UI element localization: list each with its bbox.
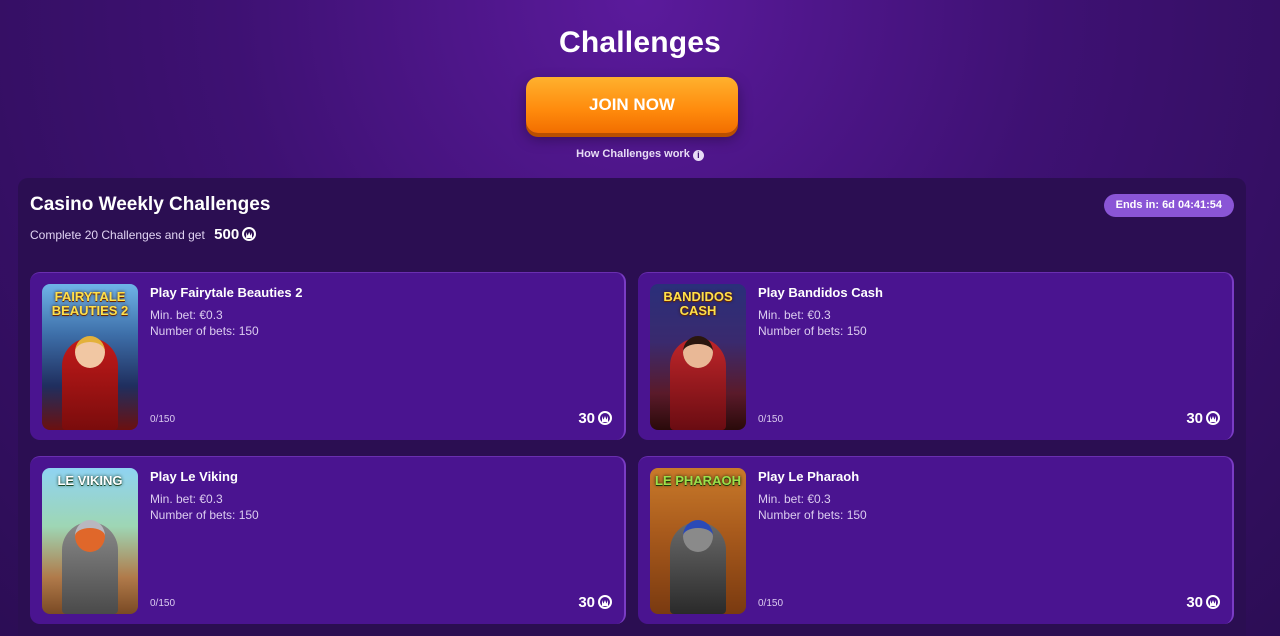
game-thumbnail[interactable]: BANDIDOS CASH [650,284,746,430]
number-of-bets-text: Number of bets: 150 [758,508,867,522]
game-character-head [75,336,105,368]
crown-icon [598,595,612,609]
progress-counter: 0/150 [758,598,784,609]
how-challenges-work-label: How Challenges work [576,148,690,160]
number-of-bets-text: Number of bets: 150 [758,324,867,338]
crown-icon [1206,595,1220,609]
challenge-title: Play Le Viking [150,469,238,484]
join-now-button[interactable]: JOIN NOW [526,77,738,133]
reward-amount: 500 [214,226,240,243]
challenge-card-le-pharaoh[interactable]: LE PHARAOH Play Le Pharaoh Min. bet: €0.… [638,456,1234,624]
challenge-card-fairytale-beauties-2[interactable]: FAIRYTALE BEAUTIES 2 Play Fairytale Beau… [30,272,626,440]
hero-section: Challenges JOIN NOW How Challenges work i [0,0,1280,178]
game-character-head [683,336,713,368]
game-thumbnail-title: FAIRYTALE BEAUTIES 2 [51,289,129,318]
min-bet-text: Min. bet: €0.3 [758,492,831,506]
panel-subtitle-text: Complete 20 Challenges and get [30,228,205,242]
min-bet-text: Min. bet: €0.3 [150,492,223,506]
page-title: Challenges [558,26,722,59]
challenge-card-le-viking[interactable]: LE VIKING Play Le Viking Min. bet: €0.3 … [30,456,626,624]
weekly-challenges-panel: Casino Weekly Challenges Complete 20 Cha… [18,178,1246,636]
points-value: 30 [1186,410,1203,427]
game-thumbnail[interactable]: LE PHARAOH [650,468,746,614]
number-of-bets-text: Number of bets: 150 [150,324,259,338]
crown-icon [242,227,257,241]
game-thumbnail[interactable]: FAIRYTALE BEAUTIES 2 [42,284,138,430]
min-bet-text: Min. bet: €0.3 [150,308,223,322]
number-of-bets-text: Number of bets: 150 [150,508,259,522]
points-value: 30 [1186,594,1203,611]
crown-icon [598,411,612,425]
min-bet-text: Min. bet: €0.3 [758,308,831,322]
info-icon: i [692,150,704,161]
challenge-card-bandidos-cash[interactable]: BANDIDOS CASH Play Bandidos Cash Min. be… [638,272,1234,440]
game-thumbnail-title: LE PHARAOH [655,473,741,488]
game-character-head [75,520,105,552]
panel-title: Casino Weekly Challenges [30,194,271,215]
points-value: 30 [578,410,595,427]
progress-counter: 0/150 [150,414,176,425]
game-thumbnail[interactable]: LE VIKING [42,468,138,614]
points-reward: 30 [1186,594,1220,611]
panel-subtitle: Complete 20 Challenges and get 500 [30,226,257,243]
points-reward: 30 [1186,410,1220,427]
challenge-title: Play Bandidos Cash [758,285,883,300]
points-reward: 30 [578,410,612,427]
progress-counter: 0/150 [150,598,176,609]
crown-icon [1206,411,1220,425]
progress-counter: 0/150 [758,414,784,425]
game-character-head [683,520,713,552]
challenge-title: Play Fairytale Beauties 2 [150,285,303,300]
points-value: 30 [578,594,595,611]
game-thumbnail-title: LE VIKING [57,473,123,488]
game-thumbnail-title: BANDIDOS CASH [663,289,733,318]
challenge-title: Play Le Pharaoh [758,469,860,484]
ends-in-badge: Ends in: 6d 04:41:54 [1103,194,1234,217]
how-challenges-work-link[interactable]: How Challenges work i [0,148,1280,161]
points-reward: 30 [578,594,612,611]
